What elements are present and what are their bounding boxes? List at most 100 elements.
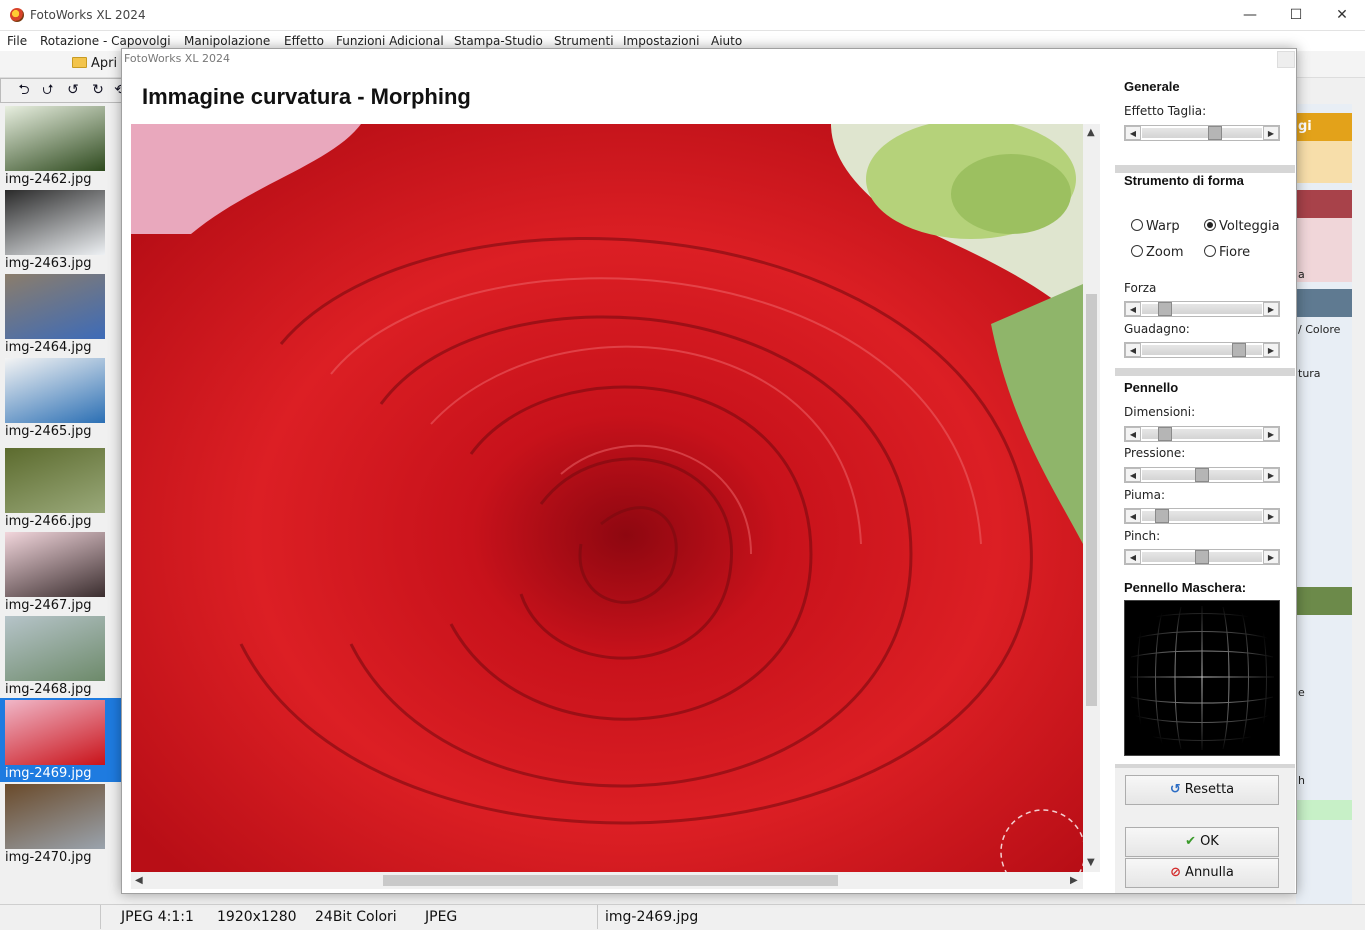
slider-thumb[interactable] bbox=[1157, 302, 1172, 316]
rotate-right-icon[interactable]: ↻ bbox=[90, 82, 106, 98]
reset-icon: ↺ bbox=[1169, 782, 1181, 797]
radio-fiore-dot[interactable] bbox=[1204, 245, 1216, 257]
slider-left-arrow-icon[interactable]: ◀ bbox=[1125, 343, 1141, 357]
piuma-label: Piuma: bbox=[1124, 488, 1165, 502]
slider-right-arrow-icon[interactable]: ▶ bbox=[1263, 126, 1279, 140]
scroll-right-icon[interactable]: ▶ bbox=[1070, 876, 1078, 886]
right-panel-text-a: a bbox=[1298, 268, 1305, 281]
menu-effetto[interactable]: Effetto bbox=[284, 34, 324, 48]
flip-horizontal-icon[interactable]: ⮌ bbox=[16, 82, 32, 98]
radio-volteggia-dot[interactable] bbox=[1204, 219, 1216, 231]
slider-thumb[interactable] bbox=[1154, 509, 1169, 523]
menu-file[interactable]: File bbox=[7, 34, 27, 48]
slider-left-arrow-icon[interactable]: ◀ bbox=[1125, 509, 1141, 523]
menu-manipolazione[interactable]: Manipolazione bbox=[184, 34, 270, 48]
right-panel-light-green bbox=[1296, 800, 1352, 820]
radio-warp-dot[interactable] bbox=[1131, 219, 1143, 231]
piuma-slider[interactable]: ◀ ▶ bbox=[1124, 508, 1280, 524]
slider-thumb[interactable] bbox=[1207, 126, 1222, 140]
slider-thumb[interactable] bbox=[1157, 427, 1172, 441]
status-file: img-2469.jpg bbox=[605, 909, 699, 925]
thumbnail-item[interactable]: img-2465.jpg bbox=[0, 356, 121, 440]
scroll-left-icon[interactable]: ◀ bbox=[135, 876, 143, 886]
guadagno-slider[interactable]: ◀ ▶ bbox=[1124, 342, 1280, 358]
radio-volteggia[interactable]: Volteggia bbox=[1204, 219, 1280, 234]
thumbnail-item[interactable]: img-2466.jpg bbox=[0, 446, 121, 530]
reset-button[interactable]: ↺ Resetta bbox=[1125, 775, 1279, 805]
thumbnail-caption: img-2467.jpg bbox=[5, 598, 92, 613]
slider-left-arrow-icon[interactable]: ◀ bbox=[1125, 468, 1141, 482]
vertical-scrollbar-thumb[interactable] bbox=[1086, 294, 1097, 706]
strumento-title: Strumento di forma bbox=[1124, 173, 1244, 188]
slider-left-arrow-icon[interactable]: ◀ bbox=[1125, 126, 1141, 140]
thumbnail-item[interactable]: img-2463.jpg bbox=[0, 188, 121, 272]
menu-strumenti[interactable]: Strumenti bbox=[554, 34, 614, 48]
folder-icon[interactable] bbox=[72, 57, 87, 68]
slider-left-arrow-icon[interactable]: ◀ bbox=[1125, 302, 1141, 316]
slider-right-arrow-icon[interactable]: ▶ bbox=[1263, 302, 1279, 316]
effetto-taglia-slider[interactable]: ◀ ▶ bbox=[1124, 125, 1280, 141]
scroll-down-icon[interactable]: ▼ bbox=[1087, 858, 1095, 868]
dialog-close-button[interactable] bbox=[1277, 51, 1295, 68]
thumbnail-image[interactable] bbox=[5, 532, 105, 597]
radio-warp[interactable]: Warp bbox=[1131, 219, 1180, 234]
slider-right-arrow-icon[interactable]: ▶ bbox=[1263, 550, 1279, 564]
cancel-button[interactable]: ⊘ Annulla bbox=[1125, 858, 1279, 888]
right-panel-header-text: gi bbox=[1298, 119, 1312, 134]
slider-track[interactable] bbox=[1142, 128, 1262, 138]
radio-zoom[interactable]: Zoom bbox=[1131, 245, 1183, 260]
thumbnail-item[interactable]: img-2468.jpg bbox=[0, 614, 121, 698]
image-canvas[interactable] bbox=[131, 124, 1083, 872]
dimensioni-label: Dimensioni: bbox=[1124, 405, 1196, 419]
right-panel-h[interactable]: h bbox=[1298, 774, 1305, 787]
radio-zoom-dot[interactable] bbox=[1131, 245, 1143, 257]
section-divider bbox=[1115, 368, 1295, 376]
pinch-label: Pinch: bbox=[1124, 529, 1161, 543]
thumbnail-item[interactable]: img-2464.jpg bbox=[0, 272, 121, 356]
pinch-slider[interactable]: ◀ ▶ bbox=[1124, 549, 1280, 565]
menu-funzioni[interactable]: Funzioni Adicional bbox=[336, 34, 444, 48]
menu-rotazione[interactable]: Rotazione - Capovolgi bbox=[40, 34, 171, 48]
maximize-button[interactable]: ☐ bbox=[1273, 0, 1319, 31]
thumbnail-item[interactable]: img-2469.jpg bbox=[0, 698, 121, 782]
thumbnail-image[interactable] bbox=[5, 358, 105, 423]
ok-button[interactable]: ✔ OK bbox=[1125, 827, 1279, 857]
thumbnail-item[interactable]: img-2462.jpg bbox=[0, 104, 121, 188]
minimize-button[interactable]: — bbox=[1227, 0, 1273, 31]
slider-right-arrow-icon[interactable]: ▶ bbox=[1263, 509, 1279, 523]
horizontal-scrollbar-thumb[interactable] bbox=[383, 875, 838, 886]
thumbnail-image[interactable] bbox=[5, 274, 105, 339]
slider-right-arrow-icon[interactable]: ▶ bbox=[1263, 468, 1279, 482]
slider-right-arrow-icon[interactable]: ▶ bbox=[1263, 427, 1279, 441]
close-button[interactable]: ✕ bbox=[1319, 0, 1365, 31]
rotate-left-icon[interactable]: ↺ bbox=[65, 82, 81, 98]
menu-aiuto[interactable]: Aiuto bbox=[711, 34, 742, 48]
slider-thumb[interactable] bbox=[1232, 343, 1247, 357]
pressione-slider[interactable]: ◀ ▶ bbox=[1124, 467, 1280, 483]
menu-stampa[interactable]: Stampa-Studio bbox=[454, 34, 543, 48]
slider-thumb[interactable] bbox=[1195, 550, 1209, 564]
thumbnail-image[interactable] bbox=[5, 700, 105, 765]
thumbnail-image[interactable] bbox=[5, 190, 105, 255]
dimensioni-slider[interactable]: ◀ ▶ bbox=[1124, 426, 1280, 442]
thumbnail-item[interactable]: img-2467.jpg bbox=[0, 530, 121, 614]
forza-slider[interactable]: ◀ ▶ bbox=[1124, 301, 1280, 317]
cancel-label: Annulla bbox=[1185, 865, 1234, 880]
slider-right-arrow-icon[interactable]: ▶ bbox=[1263, 343, 1279, 357]
radio-fiore[interactable]: Fiore bbox=[1204, 245, 1250, 260]
mask-preview[interactable] bbox=[1124, 600, 1280, 756]
right-panel-e[interactable]: e bbox=[1298, 686, 1305, 699]
thumbnail-image[interactable] bbox=[5, 784, 105, 849]
thumbnail-image[interactable] bbox=[5, 616, 105, 681]
right-panel-tura[interactable]: tura bbox=[1298, 367, 1321, 380]
slider-left-arrow-icon[interactable]: ◀ bbox=[1125, 427, 1141, 441]
menu-impostazioni[interactable]: Impostazioni bbox=[623, 34, 699, 48]
right-panel-colore[interactable]: / Colore bbox=[1298, 323, 1340, 336]
scroll-up-icon[interactable]: ▲ bbox=[1087, 128, 1095, 138]
slider-thumb[interactable] bbox=[1195, 468, 1209, 482]
flip-vertical-icon[interactable]: ⮍ bbox=[40, 82, 56, 98]
thumbnail-image[interactable] bbox=[5, 448, 105, 513]
slider-left-arrow-icon[interactable]: ◀ bbox=[1125, 550, 1141, 564]
thumbnail-image[interactable] bbox=[5, 106, 105, 171]
thumbnail-item[interactable]: img-2470.jpg bbox=[0, 782, 121, 866]
